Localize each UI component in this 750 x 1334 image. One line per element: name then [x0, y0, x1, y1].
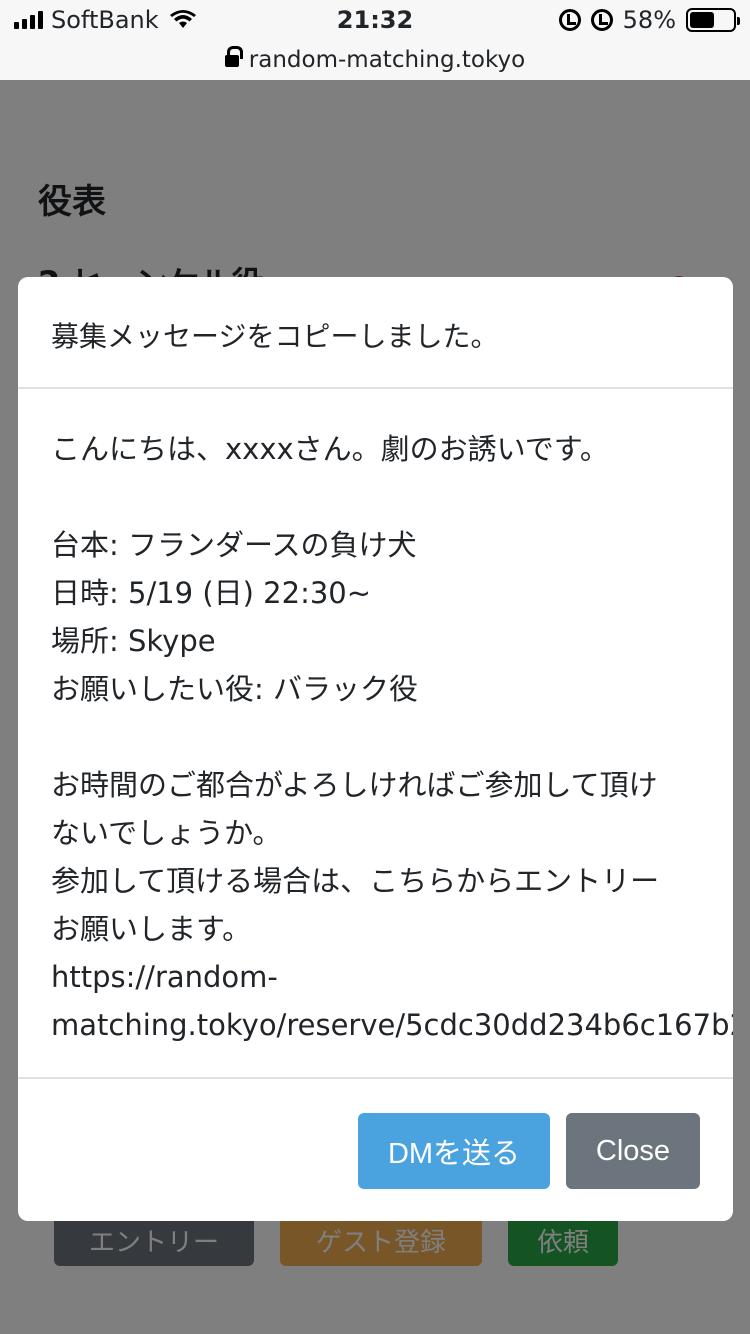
message-line: お願いします。 — [51, 912, 252, 946]
message-line: お願いしたい役: バラック役 — [51, 672, 418, 706]
copy-message-modal: 募集メッセージをコピーしました。 こんにちは、xxxxさん。劇のお誘いです。 台… — [18, 277, 733, 1221]
message-line — [51, 473, 733, 521]
message-line: 日時: 5/19 (日) 22:30~ — [51, 576, 372, 610]
message-link-line[interactable]: https://random- — [51, 953, 733, 1001]
close-button[interactable]: Close — [566, 1113, 700, 1189]
message-line: 場所: Skype — [51, 624, 216, 658]
lock-icon — [224, 46, 243, 71]
message-line: ないでしょうか。 — [51, 816, 282, 850]
address-bar[interactable]: random-matching.tokyo — [0, 40, 750, 80]
battery-level — [690, 12, 715, 28]
modal-body: こんにちは、xxxxさん。劇のお誘いです。 台本: フランダースの負け犬 日時:… — [18, 389, 733, 1079]
orientation-lock-icon — [558, 9, 581, 31]
message-line: お時間のご都合がよろしければご参加して頂け — [51, 768, 658, 802]
battery-percent: 58% — [622, 6, 676, 34]
battery-icon — [686, 8, 740, 32]
message-link-line[interactable]: matching.tokyo/reserve/5cdc30dd234b6c167… — [51, 1001, 733, 1049]
message-line: 台本: フランダースの負け犬 — [51, 528, 417, 562]
alarm-icon — [590, 9, 613, 31]
status-bar: SoftBank 21:32 58% — [0, 0, 750, 40]
message-line: こんにちは、xxxxさん。劇のお誘いです。 — [51, 432, 609, 466]
status-bar-right: 58% — [558, 6, 740, 34]
message-line — [51, 713, 733, 761]
url-text: random-matching.tokyo — [248, 47, 526, 73]
modal-footer: DMを送る Close — [18, 1081, 733, 1221]
modal-title: 募集メッセージをコピーしました。 — [51, 320, 499, 353]
message-line: 参加して頂ける場合は、こちらからエントリー — [51, 864, 660, 898]
invitation-message: こんにちは、xxxxさん。劇のお誘いです。 台本: フランダースの負け犬 日時:… — [51, 425, 733, 1049]
modal-header: 募集メッセージをコピーしました。 — [18, 277, 733, 389]
send-dm-button[interactable]: DMを送る — [358, 1113, 550, 1189]
